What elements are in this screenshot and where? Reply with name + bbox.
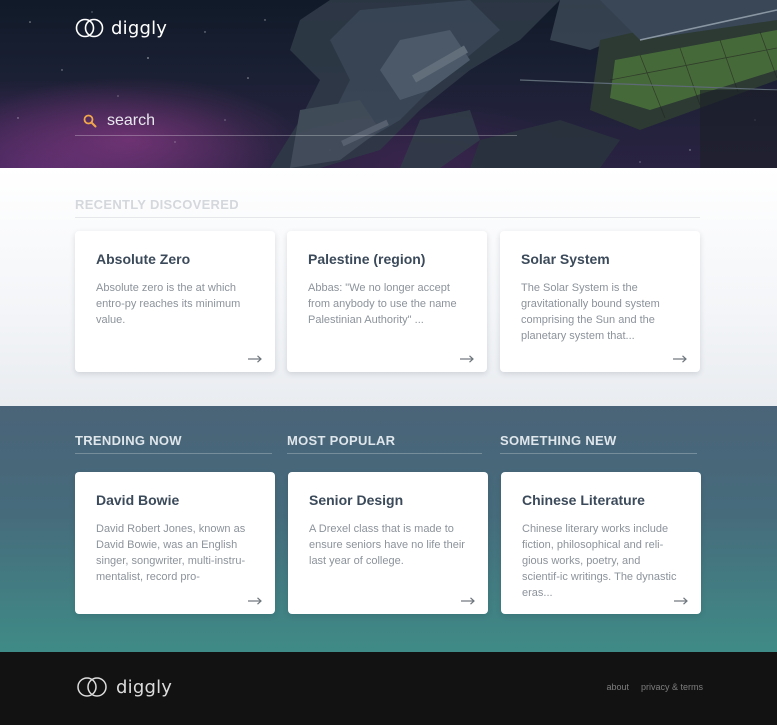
card-text: Abbas: "We no longer accept from anybody… (308, 282, 457, 326)
right-arrow-icon[interactable] (459, 354, 475, 364)
footer-logo[interactable]: diggly (76, 676, 172, 698)
hero-banner: diggly (0, 0, 777, 168)
featured-lists-section: TRENDING NOW MOST POPULAR SOMETHING NEW … (0, 406, 777, 652)
card-title: Palestine (region) (308, 251, 426, 267)
header-logo-text: diggly (111, 17, 168, 39)
two-interlocking-rings-icon (75, 18, 104, 38)
new-card-chinese-literature[interactable]: Chinese Literature Chinese literary work… (501, 472, 701, 614)
recently-discovered-heading: RECENTLY DISCOVERED (75, 197, 700, 218)
trending-card-david-bowie[interactable]: David Bowie David Robert Jones, known as… (75, 472, 275, 614)
popular-card-senior-design[interactable]: Senior Design A Drexel class that is mad… (288, 472, 488, 614)
card-title: Absolute Zero (96, 251, 191, 267)
right-arrow-icon[interactable] (247, 596, 263, 606)
header-logo[interactable]: diggly (75, 17, 167, 39)
search-bar[interactable] (75, 106, 517, 136)
right-arrow-icon[interactable] (460, 596, 476, 606)
trending-now-heading: TRENDING NOW (75, 433, 272, 454)
recently-discovered-section: RECENTLY DISCOVERED Absolute Zero Absolu… (0, 168, 777, 406)
magnifier-icon (83, 114, 97, 127)
card-title: Chinese Literature (522, 492, 645, 508)
card-title: Senior Design (309, 492, 404, 508)
right-arrow-icon[interactable] (247, 354, 263, 364)
card-text: The Solar System is the gravitationally … (521, 282, 660, 342)
search-input[interactable] (107, 111, 487, 130)
card-text: A Drexel class that is made to ensure se… (309, 523, 465, 567)
recent-card-palestine[interactable]: Palestine (region) Abbas: "We no longer … (287, 231, 487, 372)
right-arrow-icon[interactable] (673, 596, 689, 606)
footer: diggly about privacy & terms (0, 652, 777, 725)
right-arrow-icon[interactable] (672, 354, 688, 364)
about-link[interactable]: about (606, 682, 629, 692)
card-text: Absolute zero is the at which entro-py r… (96, 282, 241, 326)
recent-card-solar-system[interactable]: Solar System The Solar System is the gra… (500, 231, 700, 372)
footer-links: about privacy & terms (606, 682, 703, 692)
two-interlocking-rings-icon (77, 677, 107, 697)
privacy-terms-link[interactable]: privacy & terms (641, 682, 703, 692)
footer-logo-text: diggly (116, 676, 173, 698)
card-title: Solar System (521, 251, 610, 267)
something-new-heading: SOMETHING NEW (500, 433, 697, 454)
card-text: Chinese literary works include fiction, … (522, 523, 677, 599)
most-popular-heading: MOST POPULAR (287, 433, 482, 454)
recent-card-absolute-zero[interactable]: Absolute Zero Absolute zero is the at wh… (75, 231, 275, 372)
card-title: David Bowie (96, 492, 180, 508)
card-text: David Robert Jones, known as David Bowie… (96, 523, 246, 583)
